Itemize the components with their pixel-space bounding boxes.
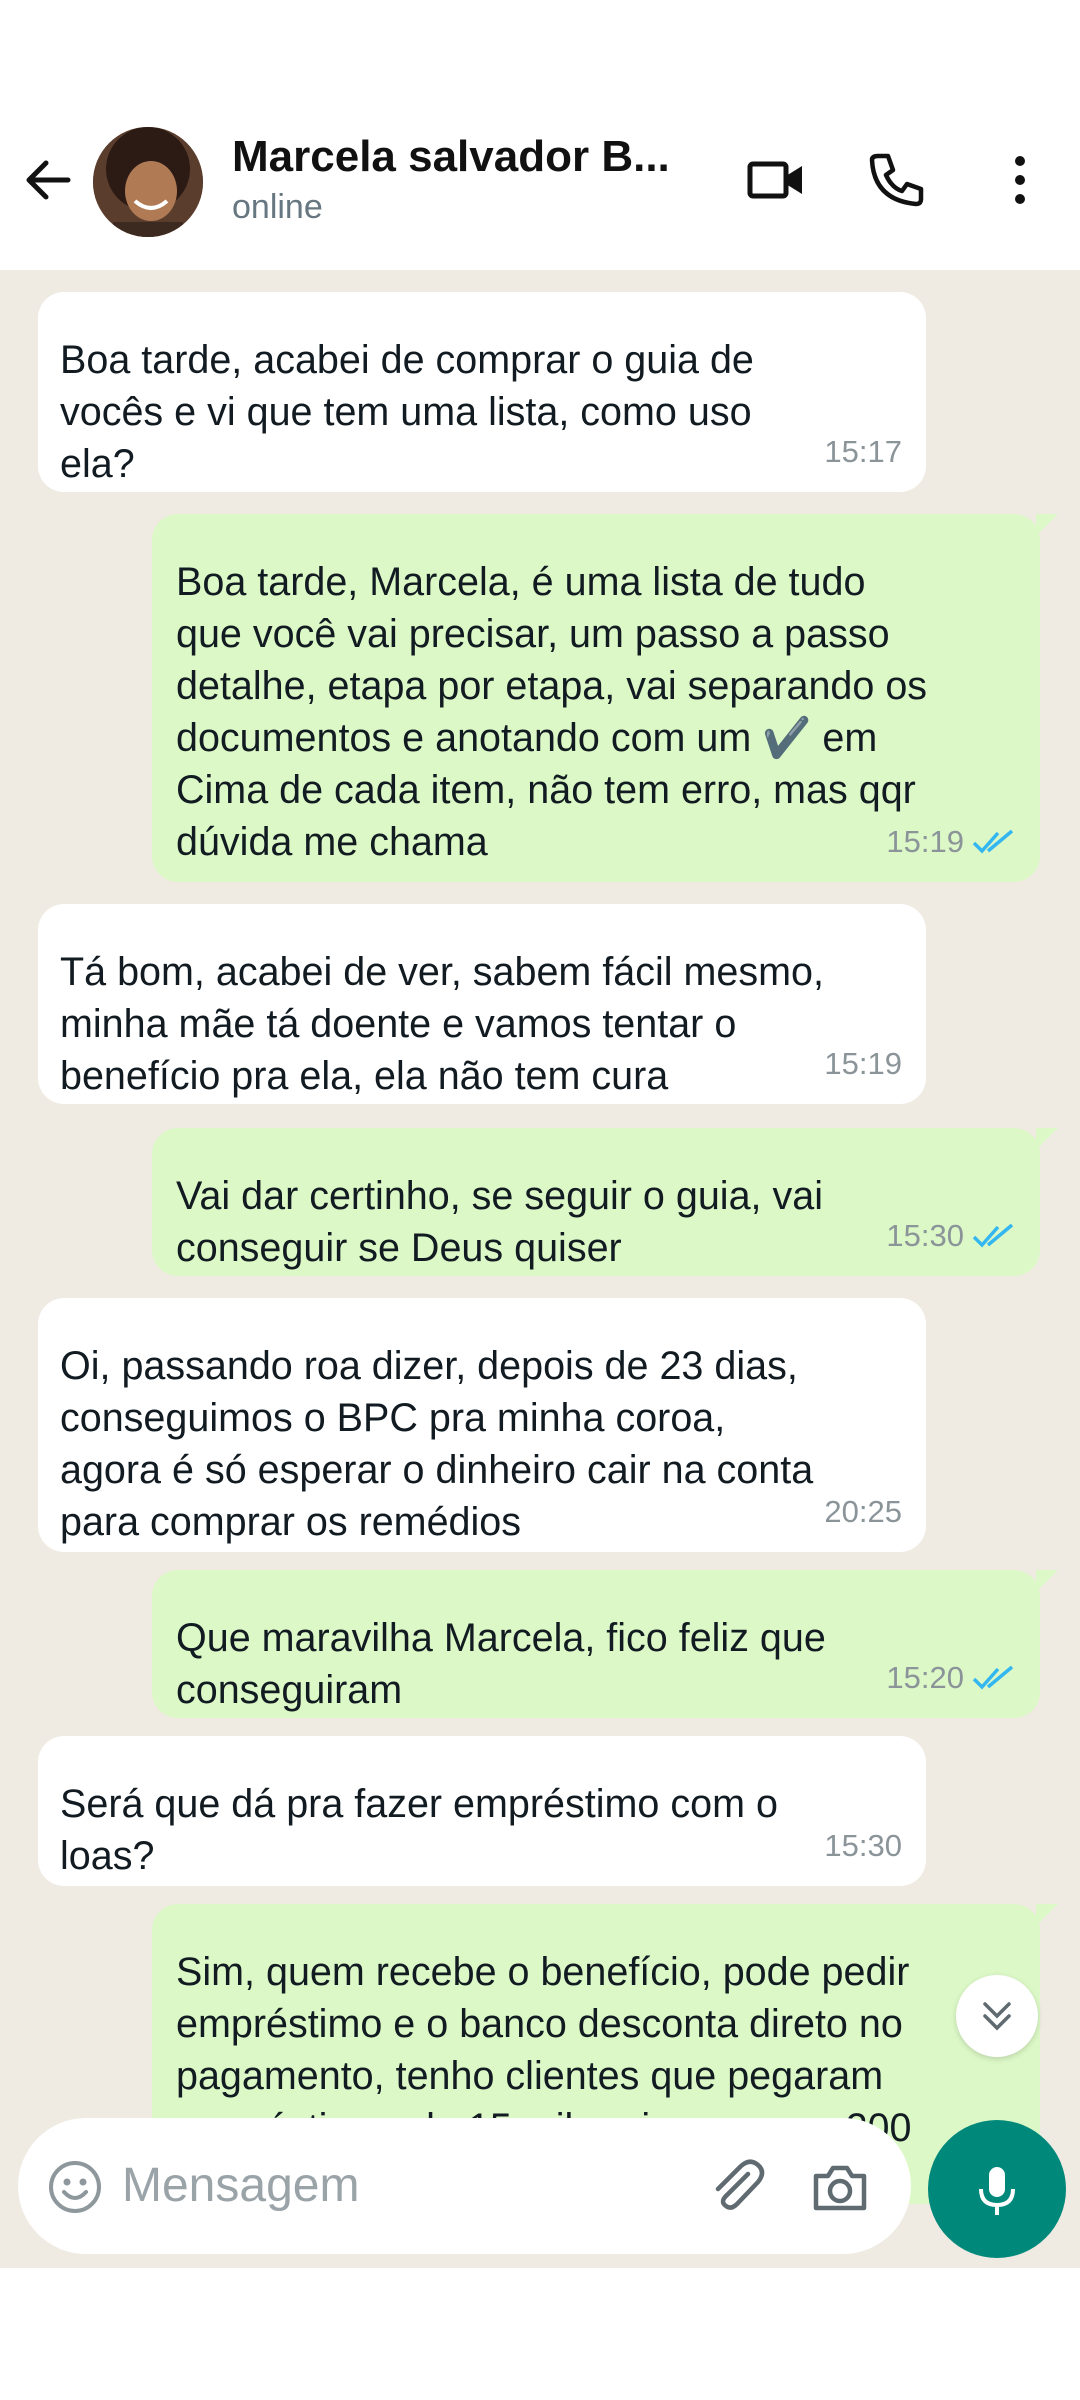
message-time: 15:30 bbox=[824, 1828, 902, 1863]
chat-header: Marcela salvador B... online bbox=[0, 0, 1080, 270]
message-incoming[interactable]: Oi, passando roa dizer, depois de 23 dia… bbox=[38, 1298, 926, 1552]
paperclip-icon[interactable] bbox=[704, 2154, 768, 2218]
double-check-icon bbox=[972, 1223, 1014, 1248]
message-composer: Mensagem bbox=[18, 2118, 911, 2254]
message-incoming[interactable]: Tá bom, acabei de ver, sabem fácil mesmo… bbox=[38, 904, 926, 1104]
avatar[interactable] bbox=[93, 127, 203, 237]
message-time: 15:19 bbox=[824, 1046, 902, 1081]
contact-name[interactable]: Marcela salvador B... bbox=[232, 132, 672, 182]
video-call-icon[interactable] bbox=[744, 148, 808, 212]
microphone-icon bbox=[979, 2167, 1015, 2215]
message-outgoing[interactable]: Boa tarde, Marcela, é uma lista de tudo … bbox=[152, 514, 1058, 882]
avatar-photo bbox=[93, 127, 203, 237]
message-outgoing[interactable]: Vai dar certinho, se seguir o guia, vai … bbox=[152, 1128, 1058, 1276]
message-text: Será que dá pra fazer empréstimo com o l… bbox=[60, 1782, 778, 1878]
emoji-icon[interactable] bbox=[46, 2158, 104, 2216]
phone-icon[interactable] bbox=[864, 148, 928, 212]
navigation-bar-area bbox=[0, 2268, 1080, 2400]
message-text: Tá bom, acabei de ver, sabem fácil mesmo… bbox=[60, 950, 825, 1098]
camera-icon[interactable] bbox=[808, 2156, 872, 2220]
chat-area[interactable]: Boa tarde, acabei de comprar o guia de v… bbox=[0, 270, 1080, 2268]
microphone-button[interactable] bbox=[928, 2120, 1066, 2258]
message-time: 15:20 bbox=[886, 1660, 964, 1695]
message-text: Boa tarde, acabei de comprar o guia de v… bbox=[60, 338, 754, 486]
message-time: 15:30 bbox=[886, 1218, 964, 1253]
double-check-icon bbox=[972, 829, 1014, 854]
more-vert-icon[interactable] bbox=[988, 148, 1052, 212]
contact-status: online bbox=[232, 188, 323, 226]
message-time: 20:25 bbox=[824, 1494, 902, 1529]
message-incoming[interactable]: Boa tarde, acabei de comprar o guia de v… bbox=[38, 292, 926, 492]
message-time: 15:19 bbox=[886, 824, 964, 859]
message-text: Oi, passando roa dizer, depois de 23 dia… bbox=[60, 1344, 814, 1544]
message-outgoing[interactable]: Que maravilha Marcela, fico feliz que co… bbox=[152, 1570, 1058, 1718]
message-time: 15:17 bbox=[824, 434, 902, 469]
scroll-to-bottom-button[interactable] bbox=[956, 1975, 1038, 2057]
double-check-icon bbox=[972, 1665, 1014, 1690]
message-input[interactable]: Mensagem bbox=[122, 2158, 359, 2213]
double-chevron-down-icon bbox=[983, 2002, 1011, 2031]
arrow-left-icon[interactable] bbox=[18, 150, 78, 210]
message-incoming[interactable]: Será que dá pra fazer empréstimo com o l… bbox=[38, 1736, 926, 1886]
